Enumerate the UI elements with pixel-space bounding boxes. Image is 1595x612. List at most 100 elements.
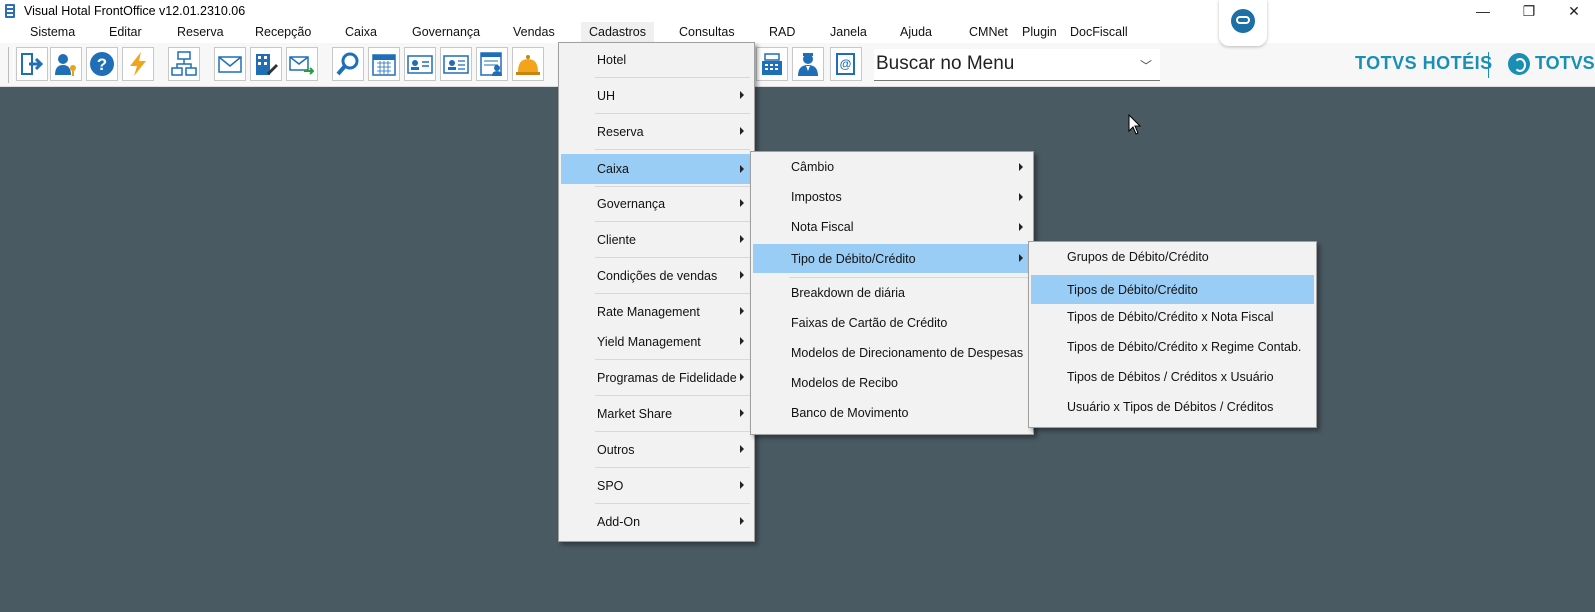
menu-item-outros[interactable]: Outros <box>561 439 752 459</box>
menu-item-tipos-debito-credito[interactable]: Tipos de Débito/Crédito <box>1031 275 1314 304</box>
menu-item-label: Cliente <box>597 233 636 247</box>
close-button[interactable]: ✕ <box>1551 0 1595 22</box>
totvs-hoteis-logo: TOTVS HOTÉIS <box>1355 53 1493 73</box>
menu-vendas[interactable]: Vendas <box>513 25 555 39</box>
menu-item-label: Modelos de Recibo <box>791 376 899 390</box>
menu-item-rate-management[interactable]: Rate Management <box>561 301 752 321</box>
menu-item-usuario-x-tipos[interactable]: Usuário x Tipos de Débitos / Créditos <box>1031 396 1314 418</box>
menu-item-programas-de-fidelidade[interactable]: Programas de Fidelidade <box>561 367 752 387</box>
toolbar-grip[interactable] <box>8 47 14 83</box>
help-button[interactable]: ? <box>86 47 118 81</box>
guest-card-alt-button[interactable] <box>440 47 472 81</box>
menu-item-label: Breakdown de diária <box>791 286 905 300</box>
menu-item-grupos-debito-credito[interactable]: Grupos de Débito/Crédito <box>1031 246 1314 268</box>
calendar-icon <box>372 54 396 76</box>
submenu-arrow-icon <box>740 91 744 99</box>
menu-item-impostos[interactable]: Impostos <box>753 186 1031 208</box>
submenu-arrow-icon <box>740 165 744 173</box>
menu-search-combobox[interactable]: ﹀ <box>874 49 1160 81</box>
building-edit-button[interactable] <box>250 47 282 81</box>
chat-icon <box>1231 9 1255 33</box>
menu-item-label: Tipos de Débito/Crédito x Nota Fiscal <box>1067 310 1274 324</box>
concierge-button[interactable] <box>792 47 824 81</box>
tipo-debito-credito-submenu: Grupos de Débito/Crédito Tipos de Débito… <box>1028 241 1317 428</box>
menu-item-label: Tipo de Débito/Crédito <box>791 252 916 266</box>
menu-separator <box>595 149 750 150</box>
menu-item-tipos-x-usuario[interactable]: Tipos de Débitos / Créditos x Usuário <box>1031 366 1314 388</box>
cash-register-icon <box>762 53 782 75</box>
submenu-arrow-icon <box>740 271 744 279</box>
menu-item-reserva[interactable]: Reserva <box>561 121 752 141</box>
menu-item-add-on[interactable]: Add-On <box>561 511 752 531</box>
cash-register-button[interactable] <box>756 47 788 81</box>
submenu-arrow-icon <box>1019 193 1023 201</box>
menu-item-label: Tipos de Débito/Crédito x Regime Contab. <box>1067 340 1302 354</box>
totvs-logo-icon <box>1508 53 1530 75</box>
menu-item-label: Impostos <box>791 190 842 204</box>
chat-support-button[interactable] <box>1219 0 1267 46</box>
menu-consultas[interactable]: Consultas <box>679 25 735 39</box>
menu-item-label: Condições de vendas <box>597 269 718 283</box>
menu-item-tipos-x-regime-contab[interactable]: Tipos de Débito/Crédito x Regime Contab. <box>1031 336 1314 358</box>
menu-item-governanca[interactable]: Governança <box>561 193 752 213</box>
chevron-down-icon[interactable]: ﹀ <box>1140 57 1152 74</box>
org-chart-button[interactable] <box>168 47 200 81</box>
menu-item-caixa[interactable]: Caixa <box>561 154 752 184</box>
calendar-button[interactable] <box>368 47 400 81</box>
menu-item-faixas-de-cartao[interactable]: Faixas de Cartão de Crédito <box>753 312 1031 334</box>
menu-recepcao[interactable]: Recepção <box>255 25 311 39</box>
email-book-button[interactable]: @ <box>830 47 862 81</box>
menu-item-tipo-de-debito-credito[interactable]: Tipo de Débito/Crédito <box>753 244 1031 273</box>
menu-item-cliente[interactable]: Cliente <box>561 229 752 249</box>
maximize-button[interactable]: ❐ <box>1506 0 1552 22</box>
send-mail-button[interactable] <box>286 47 318 81</box>
menu-cadastros[interactable]: Cadastros <box>581 22 654 43</box>
menu-item-banco-de-movimento[interactable]: Banco de Movimento <box>753 402 1031 424</box>
menu-ajuda[interactable]: Ajuda <box>900 25 932 39</box>
menu-item-hotel[interactable]: Hotel <box>561 52 752 72</box>
menu-caixa[interactable]: Caixa <box>345 25 377 39</box>
submenu-arrow-icon <box>740 337 744 345</box>
menu-item-tipos-x-nota-fiscal[interactable]: Tipos de Débito/Crédito x Nota Fiscal <box>1031 306 1314 328</box>
menu-item-cambio[interactable]: Câmbio <box>753 156 1031 178</box>
lightning-icon <box>130 52 146 76</box>
exit-button[interactable] <box>16 47 48 81</box>
menu-rad[interactable]: RAD <box>769 25 795 39</box>
envelope-button[interactable] <box>214 47 246 81</box>
help-icon: ? <box>90 52 114 76</box>
menu-item-spo[interactable]: SPO <box>561 475 752 495</box>
guest-card-button[interactable] <box>404 47 436 81</box>
menu-item-yield-management[interactable]: Yield Management <box>561 331 752 351</box>
menu-item-uh[interactable]: UH <box>561 85 752 105</box>
menu-search-input[interactable] <box>876 53 1126 75</box>
menu-item-modelos-direcionamento[interactable]: Modelos de Direcionamento de Despesas <box>753 342 1031 364</box>
menu-separator <box>595 467 750 468</box>
caixa-submenu: Câmbio Impostos Nota Fiscal Tipo de Débi… <box>750 151 1034 435</box>
bell-button[interactable] <box>512 47 544 81</box>
menu-item-nota-fiscal[interactable]: Nota Fiscal <box>753 216 1031 238</box>
menu-item-condicoes-de-vendas[interactable]: Condições de vendas <box>561 265 752 285</box>
menu-item-modelos-de-recibo[interactable]: Modelos de Recibo <box>753 372 1031 394</box>
menu-item-breakdown-de-diaria[interactable]: Breakdown de diária <box>753 282 1031 304</box>
menu-item-label: Modelos de Direcionamento de Despesas <box>791 346 1024 360</box>
menu-item-market-share[interactable]: Market Share <box>561 403 752 423</box>
user-key-button[interactable] <box>50 47 82 81</box>
calendar-person-button[interactable] <box>476 47 508 81</box>
menu-sistema[interactable]: Sistema <box>30 25 75 39</box>
menu-plugin[interactable]: Plugin <box>1022 25 1057 39</box>
menu-cmnet[interactable]: CMNet <box>969 25 1008 39</box>
menu-item-label: Yield Management <box>597 335 701 349</box>
menu-governanca[interactable]: Governança <box>412 25 480 39</box>
menu-editar[interactable]: Editar <box>109 25 142 39</box>
menu-item-label: Outros <box>597 443 635 457</box>
envelope-icon <box>218 56 242 73</box>
guest-card-alt-icon <box>443 55 469 74</box>
menu-item-label: Tipos de Débito/Crédito <box>1067 283 1198 297</box>
menu-reserva[interactable]: Reserva <box>177 25 224 39</box>
menu-docfiscall[interactable]: DocFiscall <box>1070 25 1128 39</box>
menu-item-label: SPO <box>597 479 624 493</box>
menu-janela[interactable]: Janela <box>830 25 867 39</box>
minimize-button[interactable]: — <box>1460 0 1506 22</box>
search-button[interactable] <box>332 47 364 81</box>
lightning-button[interactable] <box>122 47 154 81</box>
